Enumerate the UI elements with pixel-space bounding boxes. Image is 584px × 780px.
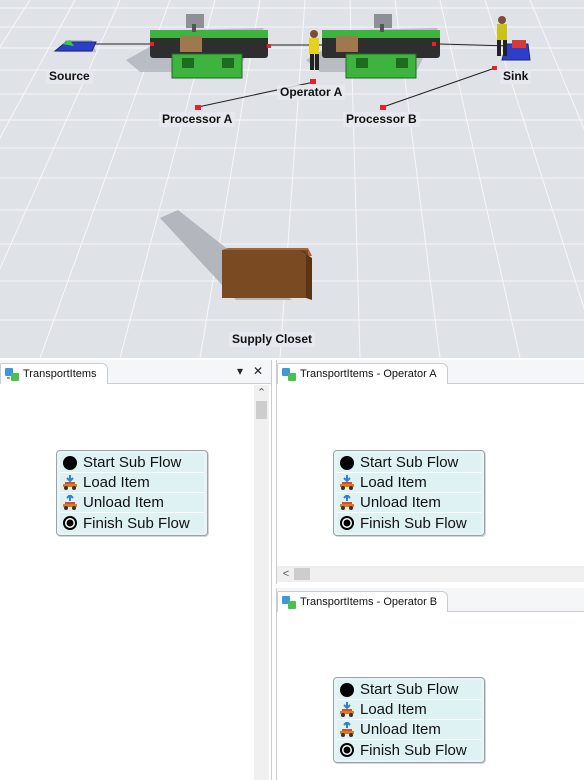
tab-transport-items-operator-a[interactable]: TransportItems - Operator A — [277, 363, 448, 384]
activity-label: Finish Sub Flow — [360, 741, 467, 759]
activity-finish-sub-flow[interactable]: Finish Sub Flow — [337, 740, 481, 760]
processor-b-object[interactable] — [306, 14, 440, 79]
operator-a-horizontal-scrollbar[interactable]: < — [277, 566, 584, 582]
scroll-left-icon[interactable]: < — [279, 567, 293, 581]
activity-unload-item[interactable]: Unload Item — [337, 720, 481, 740]
operator-b-tab-strip: TransportItems - Operator B — [277, 588, 584, 612]
process-flow-icon — [5, 368, 19, 381]
scroll-thumb[interactable] — [294, 568, 310, 580]
operator-a-process-flow-pane: TransportItems - Operator A Start Sub Fl… — [276, 360, 584, 584]
activity-start-sub-flow[interactable]: Start Sub Flow — [60, 453, 204, 473]
pane-close-icon[interactable]: ✕ — [251, 364, 265, 378]
activity-label: Finish Sub Flow — [83, 514, 190, 532]
scroll-up-icon[interactable]: ⌃ — [254, 385, 269, 399]
process-flow-icon — [282, 596, 296, 609]
unload-cart-icon — [340, 721, 354, 737]
supply-closet-label: Supply Closet — [229, 332, 316, 347]
processor-a-label: Processor A — [159, 112, 236, 127]
operator-b-process-flow-pane: TransportItems - Operator B Start Sub Fl… — [276, 588, 584, 780]
processor-a-object[interactable] — [126, 14, 268, 79]
activity-label: Unload Item — [360, 494, 441, 511]
activity-label: Start Sub Flow — [83, 454, 182, 471]
unload-cart-icon — [340, 494, 354, 510]
activity-label: Load Item — [360, 474, 427, 491]
tab-label: TransportItems - Operator A — [300, 368, 437, 380]
source-object[interactable] — [53, 40, 97, 52]
finish-circle-icon — [63, 516, 77, 530]
source-label: Source — [46, 69, 93, 84]
activity-label: Unload Item — [83, 494, 164, 511]
operator-a-figure[interactable] — [309, 30, 319, 70]
finish-circle-icon — [340, 743, 354, 757]
start-circle-icon — [63, 455, 77, 470]
activity-label: Start Sub Flow — [360, 681, 459, 698]
start-circle-icon — [340, 455, 354, 470]
left-vertical-scrollbar[interactable]: ⌃ — [254, 385, 269, 780]
operator-b-figure[interactable] — [497, 16, 507, 56]
load-cart-icon — [340, 701, 354, 717]
finish-circle-icon — [340, 516, 354, 530]
tab-transport-items-operator-b[interactable]: TransportItems - Operator B — [277, 591, 449, 612]
activity-load-item[interactable]: Load Item — [337, 700, 481, 720]
floor-grid — [0, 0, 584, 358]
model-3d-view[interactable]: Source Sink Operator A Processor A Proce… — [0, 0, 584, 358]
tab-label: TransportItems — [23, 368, 97, 380]
activity-unload-item[interactable]: Unload Item — [60, 493, 204, 513]
activity-label: Load Item — [360, 701, 427, 718]
activity-finish-sub-flow[interactable]: Finish Sub Flow — [60, 513, 204, 533]
activity-load-item[interactable]: Load Item — [337, 473, 481, 493]
activity-label: Unload Item — [360, 721, 441, 738]
load-cart-icon — [340, 474, 354, 490]
start-circle-icon — [340, 682, 354, 697]
activity-block[interactable]: Start Sub Flow Load Item Unload Item Fin… — [333, 450, 485, 536]
unload-cart-icon — [63, 494, 77, 510]
left-tab-strip: TransportItems ▾ ✕ — [0, 360, 271, 384]
activity-label: Load Item — [83, 474, 150, 491]
activity-finish-sub-flow[interactable]: Finish Sub Flow — [337, 513, 481, 533]
tab-label: TransportItems - Operator B — [300, 596, 438, 608]
operator-a-label: Operator A — [277, 85, 346, 100]
load-cart-icon — [63, 474, 77, 490]
activity-block[interactable]: Start Sub Flow Load Item Unload Item Fin… — [56, 450, 208, 536]
process-flow-icon — [282, 368, 296, 381]
activity-label: Finish Sub Flow — [360, 514, 467, 532]
activity-label: Start Sub Flow — [360, 454, 459, 471]
pane-dropdown-icon[interactable]: ▾ — [233, 364, 247, 378]
activity-start-sub-flow[interactable]: Start Sub Flow — [337, 680, 481, 700]
activity-start-sub-flow[interactable]: Start Sub Flow — [337, 453, 481, 473]
activity-load-item[interactable]: Load Item — [60, 473, 204, 493]
operator-a-tab-strip: TransportItems - Operator A — [277, 360, 584, 384]
activity-block[interactable]: Start Sub Flow Load Item Unload Item Fin… — [333, 677, 485, 763]
processor-b-label: Processor B — [343, 112, 420, 127]
tab-transport-items[interactable]: TransportItems — [0, 363, 108, 384]
sink-label: Sink — [500, 69, 532, 84]
scroll-thumb[interactable] — [256, 401, 267, 419]
activity-unload-item[interactable]: Unload Item — [337, 493, 481, 513]
left-process-flow-pane: TransportItems ▾ ✕ ⌃ Start Sub Flow Load… — [0, 360, 272, 780]
